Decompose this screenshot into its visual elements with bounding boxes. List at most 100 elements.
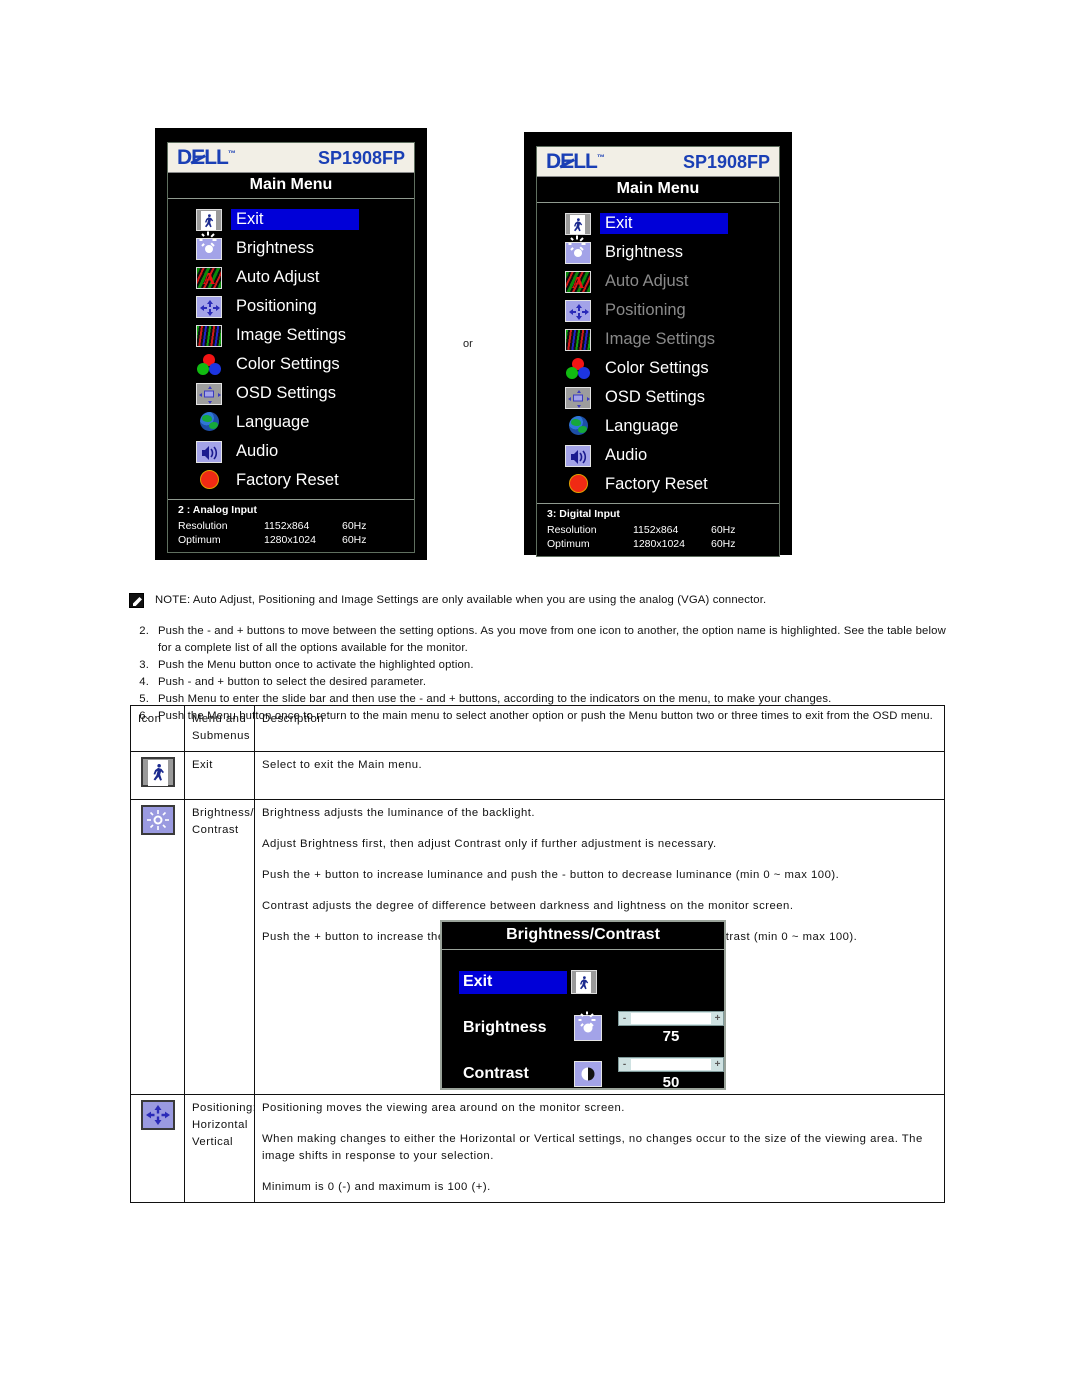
- step-item: 3. Push the Menu button once to activate…: [132, 657, 954, 674]
- osd-item-language[interactable]: Language: [537, 412, 779, 441]
- osd-item-label: Image Settings: [236, 325, 347, 344]
- osd-item-color-settings[interactable]: Color Settings: [168, 350, 414, 379]
- osd-item-brightness[interactable]: Brightness: [537, 235, 779, 267]
- osd-status-footer: 2 : Analog Input Resolution 1152x864 60H…: [168, 499, 414, 552]
- bc-item-brightness[interactable]: Brightness - + 75: [442, 1005, 724, 1051]
- osd-item-label: Positioning: [605, 300, 686, 319]
- osd-item-label: Auto Adjust: [605, 271, 689, 290]
- osd-item-brightness[interactable]: Brightness: [168, 231, 414, 263]
- decrease-button[interactable]: -: [619, 1013, 630, 1024]
- row-menu-name: Positioning: Horizontal Vertical: [184, 1093, 256, 1203]
- osd-item-factory-reset[interactable]: Factory Reset: [168, 466, 414, 495]
- osd-frame: DELL™ SP1908FP Main Menu Exit Brightness…: [167, 142, 415, 553]
- osd-main-menu-analog: DELL™ SP1908FP Main Menu Exit Brightness…: [155, 128, 427, 560]
- table-header-row: Icon Menu and Submenus Description: [130, 705, 945, 752]
- contrast-slider-group: - + 50: [618, 1057, 724, 1091]
- separator-or-text: or: [463, 338, 473, 350]
- osd-title: Main Menu: [168, 173, 414, 199]
- osd-item-label: OSD Settings: [605, 387, 705, 406]
- osd-item-label: Language: [236, 412, 310, 431]
- step-item: 2. Push the - and + buttons to move betw…: [132, 623, 954, 657]
- osd-item-label: Audio: [236, 441, 279, 460]
- increase-button[interactable]: +: [712, 1059, 723, 1070]
- step-item: 4. Push - and + button to select the des…: [132, 674, 954, 691]
- osd-item-osd-settings[interactable]: OSD Settings: [168, 379, 414, 408]
- resolution-value: 1152x864: [264, 520, 310, 532]
- osd-item-auto-adjust[interactable]: A Auto Adjust: [168, 263, 414, 292]
- input-source-label: 2 : Analog Input: [178, 504, 257, 516]
- osd-item-positioning: Positioning: [537, 296, 779, 325]
- bc-contrast-label: Contrast: [463, 1064, 529, 1082]
- decrease-button[interactable]: -: [619, 1059, 630, 1070]
- header-menu: Menu and Submenus: [184, 705, 255, 752]
- monitor-model-label: SP1908FP: [317, 147, 405, 168]
- bc-title: Brightness/Contrast: [442, 922, 724, 950]
- row-menu-name: Exit: [184, 750, 255, 800]
- osd-item-label: Language: [605, 416, 679, 435]
- note-pencil-icon: [129, 593, 144, 608]
- osd-item-label: Image Settings: [605, 329, 716, 348]
- brightness-icon: [565, 235, 591, 264]
- factory-reset-icon: [196, 469, 222, 492]
- slider-track[interactable]: [631, 1059, 711, 1070]
- header-icon: Icon: [130, 705, 185, 752]
- optimum-rate: 60Hz: [342, 534, 367, 546]
- osd-item-label: Audio: [605, 445, 648, 464]
- bc-item-contrast[interactable]: Contrast - + 50: [442, 1051, 724, 1097]
- osd-item-exit[interactable]: Exit: [168, 205, 414, 234]
- description-paragraph: Select to exit the Main menu.: [262, 758, 423, 771]
- bc-brightness-label: Brightness: [463, 1018, 547, 1036]
- increase-button[interactable]: +: [712, 1013, 723, 1024]
- osd-item-image-settings[interactable]: Image Settings: [168, 321, 414, 350]
- osd-item-label: OSD Settings: [236, 383, 336, 402]
- osd-menu-list: Exit Brightness A Auto Adjust Positionin…: [168, 199, 414, 499]
- osd-item-positioning[interactable]: Positioning: [168, 292, 414, 321]
- language-icon: [565, 415, 591, 438]
- osd-item-osd-settings[interactable]: OSD Settings: [537, 383, 779, 412]
- step-text: Push the Menu button once to activate th…: [158, 658, 474, 671]
- brightness-icon: [571, 1011, 605, 1041]
- row-menu-name: Brightness/ Contrast: [184, 798, 255, 1095]
- osd-item-audio[interactable]: Audio: [537, 441, 779, 470]
- image-settings-icon: [196, 324, 222, 347]
- optimum-rate: 60Hz: [711, 538, 736, 550]
- brightness-value: 75: [662, 1028, 680, 1045]
- osd-item-label: Color Settings: [605, 358, 709, 377]
- auto-adjust-icon: A: [565, 270, 591, 293]
- header-description: Description: [254, 705, 945, 752]
- osd-item-label: Positioning: [236, 296, 317, 315]
- osd-status-footer: 3: Digital Input Resolution 1152x864 60H…: [537, 503, 779, 556]
- osd-item-language[interactable]: Language: [168, 408, 414, 437]
- exit-icon: [565, 212, 591, 235]
- osd-item-label: Color Settings: [236, 354, 340, 373]
- positioning-icon: [196, 295, 222, 318]
- slider-track[interactable]: [631, 1013, 711, 1024]
- row-icon-cell: [130, 1093, 185, 1203]
- row-description: Positioning moves the viewing area aroun…: [254, 1093, 945, 1203]
- input-source-label: 3: Digital Input: [547, 508, 620, 520]
- osd-item-audio[interactable]: Audio: [168, 437, 414, 466]
- language-icon: [196, 411, 222, 434]
- osd-item-label: Factory Reset: [236, 470, 339, 489]
- positioning-icon: [565, 299, 591, 322]
- osd-menu-list: Exit Brightness A Auto Adjust Positionin…: [537, 203, 779, 503]
- step-number: 3.: [139, 658, 149, 671]
- bc-item-exit[interactable]: Exit: [442, 959, 724, 1005]
- resolution-label: Resolution: [178, 520, 228, 532]
- resolution-rate: 60Hz: [342, 520, 367, 532]
- brightness-slider[interactable]: - +: [618, 1011, 724, 1026]
- bc-body: Exit Brightness - + 75 Contrast - + 50: [442, 950, 724, 1107]
- contrast-slider[interactable]: - +: [618, 1057, 724, 1072]
- osd-item-image-settings: Image Settings: [537, 325, 779, 354]
- osd-item-color-settings[interactable]: Color Settings: [537, 354, 779, 383]
- osd-item-exit[interactable]: Exit: [537, 209, 779, 238]
- resolution-value: 1152x864: [633, 524, 679, 536]
- osd-item-label: Brightness: [236, 238, 314, 257]
- description-paragraph: Adjust Brightness first, then adjust Con…: [262, 837, 717, 850]
- osd-frame: DELL™ SP1908FP Main Menu Exit Brightness…: [536, 146, 780, 557]
- note-block: NOTE: Auto Adjust, Positioning and Image…: [129, 592, 959, 608]
- osd-item-label: Exit: [600, 212, 728, 235]
- osd-header: DELL™ SP1908FP: [168, 143, 414, 173]
- osd-item-factory-reset[interactable]: Factory Reset: [537, 470, 779, 499]
- table-row: Exit Select to exit the Main menu.: [130, 750, 945, 800]
